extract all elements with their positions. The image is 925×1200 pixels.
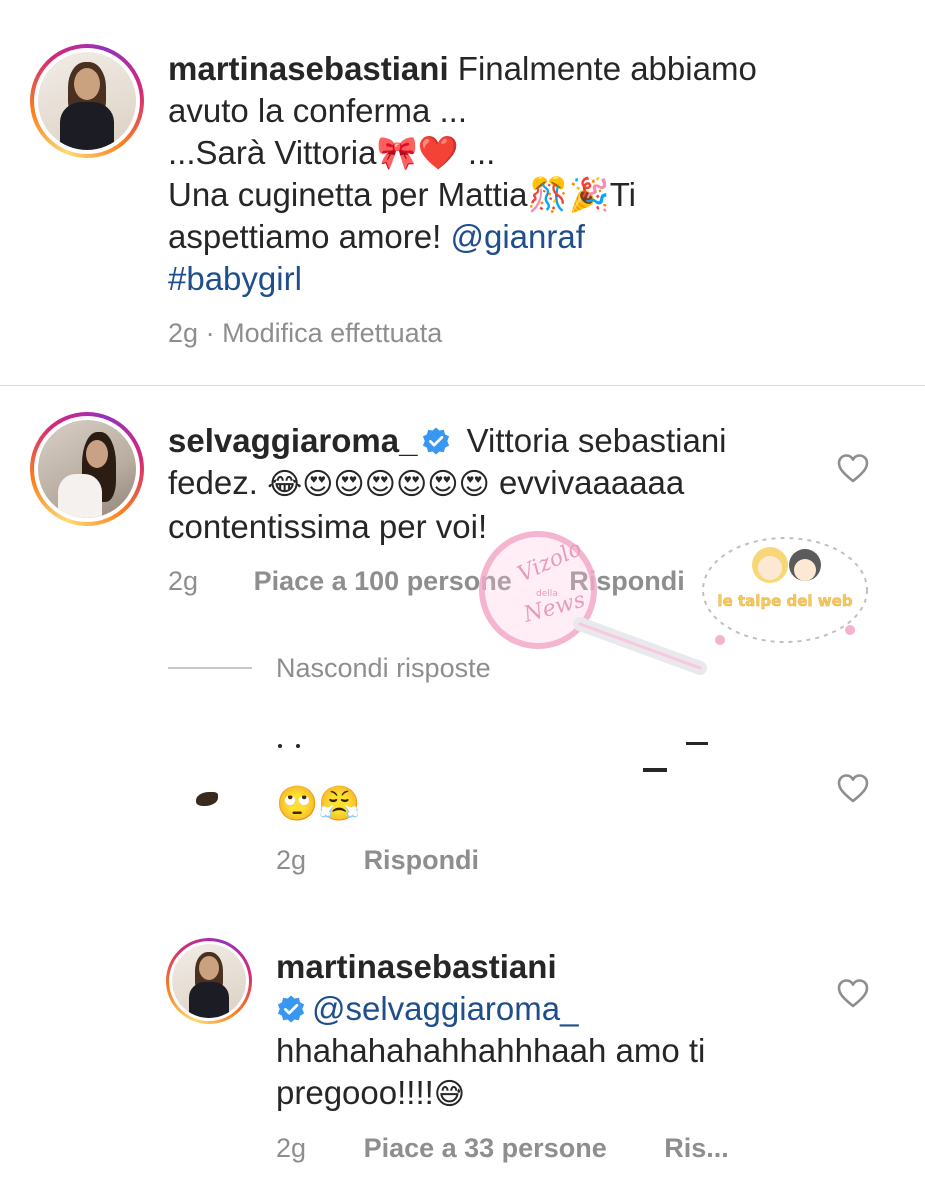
post-meta: 2g · Modifica effettuata [168,318,443,348]
reply2-meta: 2g Piace a 33 persone Ris... [276,1133,729,1163]
post-username[interactable]: martinasebastiani [168,50,449,87]
reply-button[interactable]: Rispondi [569,566,685,596]
reply2-text: martinasebastiani @selvaggiaroma_ hhahah… [276,946,816,1116]
verified-badge-icon [423,427,450,455]
redacted-mark [643,768,667,772]
redacted-text [276,742,716,750]
heart-outline-icon[interactable] [836,452,870,484]
reply2-emoji: 😅 [433,1077,466,1112]
likes-link[interactable]: Piace a 100 persone [254,566,512,596]
hide-replies-button[interactable]: Nascondi risposte [276,653,491,684]
mention-gianraf[interactable]: @gianraf [450,218,584,255]
watermark-right-text: le talpe del web [717,592,852,610]
reply-button[interactable]: Ris... [664,1133,729,1163]
caption-divider [0,385,925,386]
mention-selvaggiaroma[interactable]: @selvaggiaroma_ [312,990,578,1027]
heart-outline-icon[interactable] [836,977,870,1009]
avatar-martinasebastiani[interactable] [30,44,144,158]
hashtag-babygirl[interactable]: #babygirl [168,260,302,297]
verified-badge-icon [277,995,305,1023]
comment-selvaggiaroma: selvaggiaroma_ Vittoria sebastiani fedez… [168,422,727,545]
avatar-selvaggiaroma[interactable] [30,412,144,526]
avatar-martinasebastiani-reply[interactable] [166,938,252,1024]
reply1-emojis: 🙄😤 [276,784,361,824]
post-caption: martinasebastiani Finalmente abbiamo avu… [168,50,757,297]
likes-link[interactable]: Piace a 33 persone [364,1133,607,1163]
heart-outline-icon[interactable] [836,772,870,804]
reply2-username[interactable]: martinasebastiani [276,946,816,988]
comment-emojis: 😂😍😍😍😍😍😍 [267,467,490,502]
comment-meta: 2g Piace a 100 persone Rispondi [168,566,685,596]
replies-line [168,667,252,669]
reply1-meta: 2g Rispondi [276,845,480,875]
redacted-avatar [196,792,218,806]
reply-button[interactable]: Rispondi [364,845,480,875]
comment-username[interactable]: selvaggiaroma_ [168,422,417,459]
